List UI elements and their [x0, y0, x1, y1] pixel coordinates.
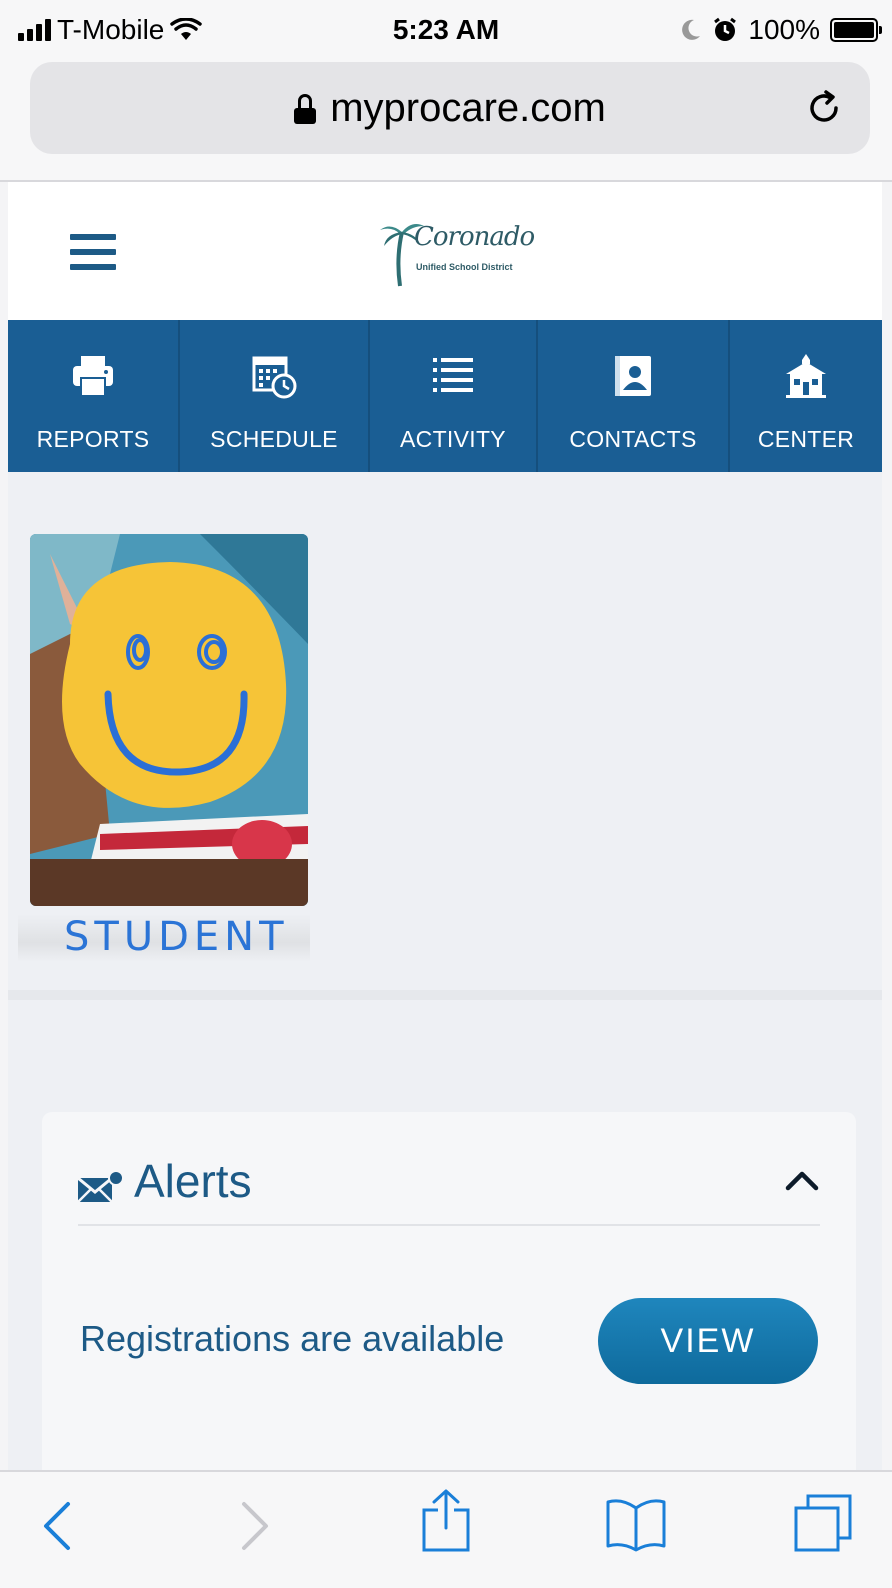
nav-label: SCHEDULE [210, 426, 338, 452]
nav-item-reports[interactable]: REPORTS [8, 320, 180, 472]
contact-book-icon [615, 356, 651, 396]
status-right: 100% [680, 14, 882, 46]
lock-icon [294, 94, 317, 124]
student-name: STUDENT [64, 914, 289, 960]
url-text: myprocare.com [330, 85, 606, 130]
share-icon[interactable] [420, 1488, 472, 1554]
logo-script: Coronado [414, 222, 535, 252]
hamburger-menu-icon[interactable] [70, 234, 116, 270]
status-bar: T-Mobile 5:23 AM 100% [0, 0, 892, 58]
calendar-clock-icon [252, 356, 297, 399]
forward-arrow-icon[interactable] [236, 1500, 272, 1552]
nav-item-center[interactable]: CENTER [730, 320, 882, 472]
chevron-up-icon[interactable] [784, 1166, 820, 1194]
student-photo[interactable] [30, 534, 308, 906]
schoolhouse-icon [786, 354, 826, 398]
nav-label: CENTER [757, 426, 855, 452]
coronado-logo[interactable]: Coronado Unified School District [380, 218, 535, 288]
nav-label: ACTIVITY [400, 426, 506, 452]
alarm-icon [714, 17, 737, 41]
alert-message: Registrations are available [80, 1318, 505, 1359]
logo-subtitle: Unified School District [416, 262, 513, 272]
alerts-title: Alerts [134, 1155, 252, 1207]
alerts-card: Alerts Registrations are available VIEW [42, 1112, 856, 1492]
nav-item-schedule[interactable]: SCHEDULE [180, 320, 370, 472]
view-button[interactable]: VIEW [598, 1298, 818, 1384]
nav-label: CONTACTS [569, 426, 697, 452]
alerts-header[interactable]: Alerts [78, 1150, 820, 1226]
main-nav: REPORTS SCHEDULE ACTIVITY CONTACTS CENTE… [8, 320, 882, 472]
nav-label: REPORTS [36, 426, 150, 452]
list-icon [433, 358, 473, 392]
bookmarks-icon[interactable] [604, 1496, 668, 1552]
browser-toolbar [0, 1470, 892, 1588]
student-name-area: STUDENT [18, 914, 310, 962]
site-header: Coronado Unified School District [8, 182, 882, 320]
back-arrow-icon[interactable] [40, 1500, 76, 1552]
address-bar[interactable]: myprocare.com [30, 62, 870, 154]
battery-percent: 100% [748, 14, 820, 45]
nav-item-contacts[interactable]: CONTACTS [538, 320, 730, 472]
tabs-icon[interactable] [792, 1492, 856, 1554]
student-photo-image [30, 534, 308, 906]
section-divider [8, 990, 882, 1000]
reload-icon[interactable] [802, 86, 846, 130]
battery-icon [830, 18, 882, 42]
mail-notification-icon [78, 1170, 124, 1203]
moon-icon [682, 19, 701, 40]
nav-item-activity[interactable]: ACTIVITY [370, 320, 538, 472]
printer-icon [73, 356, 113, 397]
browser-address-area: myprocare.com [0, 58, 892, 182]
